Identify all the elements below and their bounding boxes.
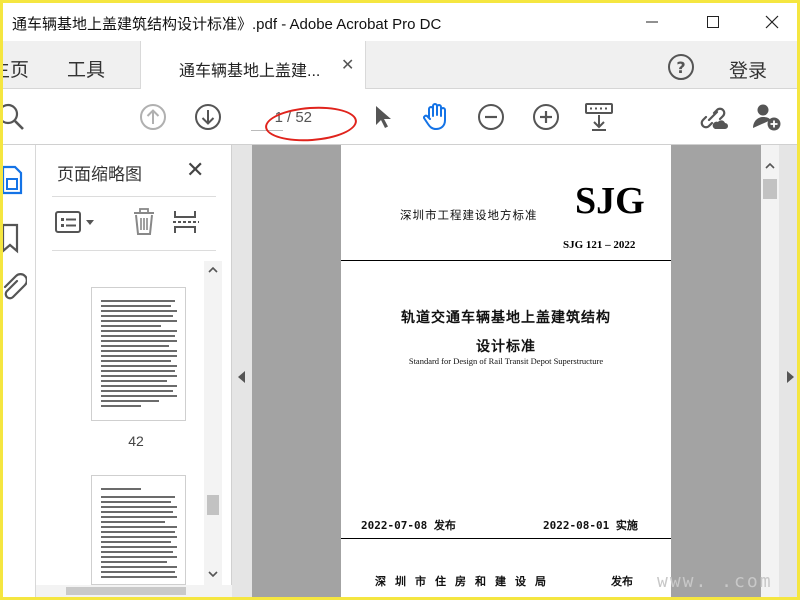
- watermark: www. .com: [657, 571, 773, 592]
- delete-page-button[interactable]: [131, 205, 157, 239]
- help-button[interactable]: ?: [667, 53, 695, 86]
- thumbnail-options-button[interactable]: [54, 205, 100, 239]
- trash-icon: [134, 208, 154, 235]
- close-icon: [765, 15, 779, 29]
- cursor-arrow-icon: [376, 106, 391, 128]
- prev-page-arrow[interactable]: [238, 371, 245, 383]
- next-page-arrow[interactable]: [787, 371, 794, 383]
- navigation-rail: [3, 145, 36, 597]
- add-user-icon: [753, 104, 781, 131]
- svg-text:?: ?: [676, 58, 685, 77]
- close-tab-button[interactable]: ✕: [341, 55, 354, 75]
- zoom-out-icon: [478, 104, 504, 130]
- tab-home[interactable]: 主页: [3, 55, 29, 82]
- hand-icon: [423, 103, 446, 130]
- scrollbar-thumb[interactable]: [207, 495, 219, 515]
- rail-icons: [3, 165, 27, 300]
- document-title-line2: 设计标准: [476, 339, 536, 355]
- scrollbar-thumb[interactable]: [66, 587, 186, 595]
- publisher: 深圳市住房和建设局: [375, 575, 555, 588]
- arrow-up-circle-icon: [140, 104, 166, 130]
- page-thumbnails-icon[interactable]: [3, 165, 23, 195]
- chevron-down-icon: [208, 571, 218, 578]
- next-page-button[interactable]: [192, 101, 224, 133]
- list-options-icon: [55, 211, 94, 233]
- link-cloud-icon: [700, 107, 728, 129]
- select-tool-button[interactable]: [367, 101, 399, 133]
- publisher-suffix: 发布: [611, 575, 633, 588]
- window-title: 通车辆基地上盖建筑结构设计标准》.pdf - Adobe Acrobat Pro…: [12, 16, 442, 33]
- panel-title: 页面缩略图: [57, 165, 142, 184]
- page-thumbnail[interactable]: [91, 475, 186, 585]
- panel-horizontal-scrollbar[interactable]: [36, 585, 232, 597]
- search-icon: [3, 103, 24, 130]
- login-button[interactable]: 登录: [729, 56, 767, 83]
- zoom-in-icon: [533, 104, 559, 130]
- publish-date: 2022-07-08 发布: [361, 519, 456, 532]
- document-title-english: Standard for Design of Rail Transit Depo…: [408, 356, 604, 366]
- maximize-button[interactable]: [690, 3, 736, 41]
- page-thumbnail[interactable]: [91, 287, 186, 421]
- acrobat-window: 通车辆基地上盖建筑结构设计标准》.pdf - Adobe Acrobat Pro…: [3, 3, 797, 597]
- arrow-down-circle-icon: [195, 104, 221, 130]
- add-user-button[interactable]: [751, 101, 783, 133]
- standard-logo: SJG: [575, 180, 645, 222]
- main-toolbar: / 52: [3, 89, 797, 145]
- thumbnails-panel: 页面缩略图 ✕ 42: [36, 145, 232, 597]
- title-bar: 通车辆基地上盖建筑结构设计标准》.pdf - Adobe Acrobat Pro…: [3, 3, 797, 41]
- chevron-up-icon: [208, 266, 218, 273]
- divider: [52, 196, 216, 197]
- divider: [52, 250, 216, 251]
- document-title: 轨道交通车辆基地上盖建筑结构: [401, 310, 611, 326]
- bookmark-icon[interactable]: [3, 223, 19, 254]
- divider: [341, 260, 671, 261]
- search-button[interactable]: [3, 101, 27, 133]
- page-gutter-left: [252, 145, 341, 597]
- scroll-mode-button[interactable]: [583, 101, 615, 133]
- panel-vertical-scrollbar[interactable]: [204, 261, 222, 587]
- document-viewer: 深圳市工程建设地方标准 SJG SJG 121 – 2022 轨道交通车辆基地上…: [232, 145, 797, 597]
- attachment-icon[interactable]: [3, 273, 27, 300]
- minimize-button[interactable]: [629, 3, 675, 41]
- zoom-out-button[interactable]: [475, 101, 507, 133]
- document-vertical-scrollbar[interactable]: [761, 145, 779, 597]
- page-split-icon: [173, 211, 199, 233]
- effective-date: 2022-08-01 实施: [543, 519, 638, 532]
- zoom-in-button[interactable]: [530, 101, 562, 133]
- standard-code: SJG 121 – 2022: [563, 239, 636, 251]
- help-icon: ?: [668, 54, 694, 80]
- tab-bar: 主页 工具 通车辆基地上盖建... ✕ ? 登录: [3, 41, 797, 89]
- issuing-authority: 深圳市工程建设地方标准: [400, 208, 538, 222]
- share-link-button[interactable]: [697, 101, 729, 133]
- divider: [341, 538, 671, 539]
- extract-page-button[interactable]: [172, 205, 200, 239]
- tab-tools[interactable]: 工具: [67, 55, 105, 82]
- document-tab-label: 通车辆基地上盖建...: [179, 63, 321, 80]
- prev-page-button[interactable]: [137, 101, 169, 133]
- tab-document[interactable]: 通车辆基地上盖建... ✕: [140, 41, 366, 89]
- scroll-mode-icon: [585, 103, 613, 131]
- chevron-up-icon: [765, 162, 775, 169]
- pdf-page: 深圳市工程建设地方标准 SJG SJG 121 – 2022 轨道交通车辆基地上…: [341, 145, 671, 597]
- close-panel-button[interactable]: ✕: [186, 157, 204, 183]
- minimize-icon: [646, 21, 658, 23]
- close-button[interactable]: [749, 3, 795, 41]
- maximize-icon: [707, 16, 719, 28]
- hand-tool-button[interactable]: [420, 101, 452, 133]
- scrollbar-thumb[interactable]: [763, 179, 777, 199]
- page-gutter-right: [671, 145, 761, 597]
